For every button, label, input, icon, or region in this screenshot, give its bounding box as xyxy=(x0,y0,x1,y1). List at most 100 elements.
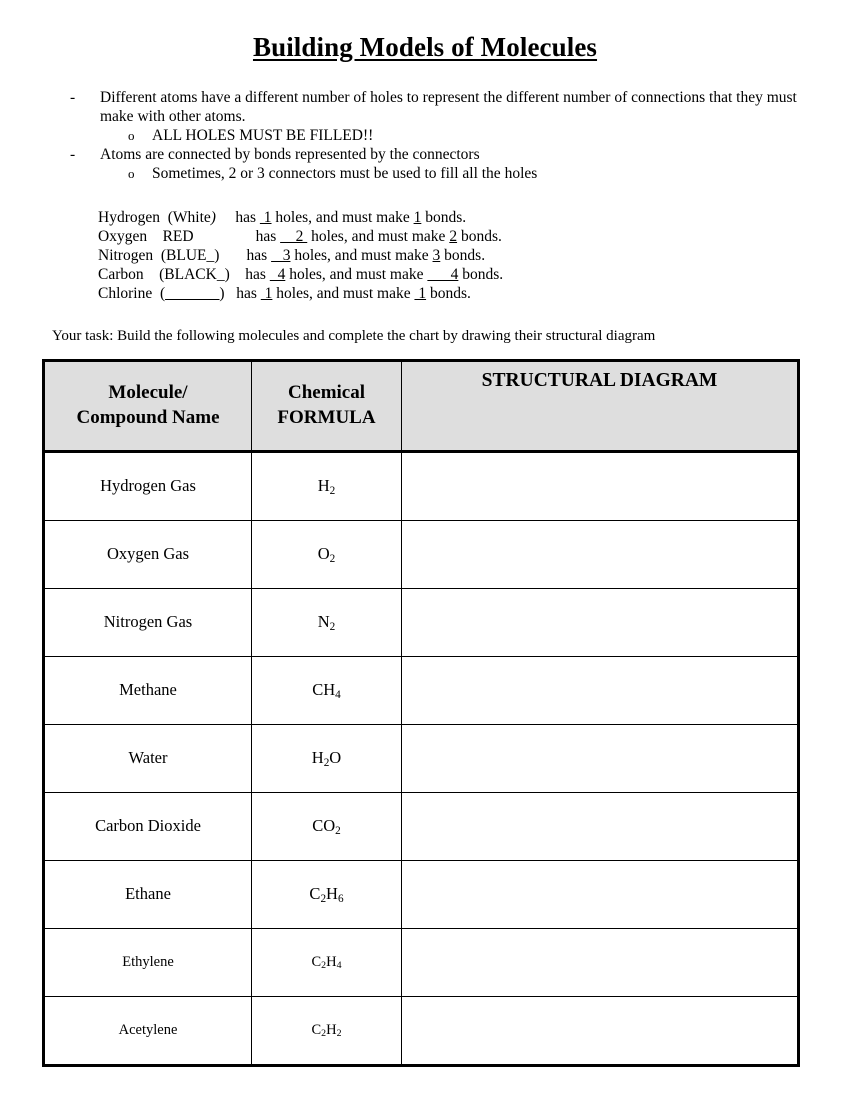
table-row: Carbon Dioxide CO2 xyxy=(43,792,799,861)
cell-chemical-formula: O2 xyxy=(251,520,402,589)
has-label: has xyxy=(245,266,266,284)
formula-subscript-2: 6 xyxy=(337,893,344,906)
cell-molecule-name: Acetylene xyxy=(43,996,252,1066)
has-label: has xyxy=(246,246,268,264)
cell-molecule-name: Ethane xyxy=(43,860,252,929)
bullet-text: Different atoms have a different number … xyxy=(100,89,797,125)
color-open-text: (BLUE_ xyxy=(160,246,215,264)
formula-text: H2 xyxy=(317,476,336,498)
holes-blank-field[interactable]: 2 xyxy=(280,228,307,245)
formula-text: N2 xyxy=(318,612,336,633)
element-name: Carbon xyxy=(98,266,160,284)
holes-static-text: holes, and must make xyxy=(271,208,414,226)
element-name: Chlorine xyxy=(98,285,160,303)
cell-structural-diagram[interactable] xyxy=(401,520,799,589)
formula-base: C xyxy=(309,884,321,904)
formula-text: C2H4 xyxy=(312,953,342,972)
bonds-blank-field[interactable]: 2 xyxy=(449,228,457,245)
color-open-text: (White xyxy=(167,208,211,226)
color-open-text: (BLACK_ xyxy=(159,266,225,284)
cell-structural-diagram[interactable] xyxy=(401,860,799,929)
header-name-line1: Molecule/ xyxy=(108,382,188,404)
bonds-blank-field[interactable]: 4 xyxy=(427,266,459,283)
bullet-marker-icon: - xyxy=(70,89,76,106)
holes-blank-field[interactable]: 3 xyxy=(271,247,291,264)
column-header-structural-diagram: STRUCTURAL DIAGRAM xyxy=(401,360,799,453)
element-hole-list: Hydrogen (White) has 1 holes, and must m… xyxy=(98,208,850,304)
formula-subscript: 4 xyxy=(335,689,341,702)
header-formula-line1: Chemical xyxy=(287,382,366,404)
table-header-row: Molecule/ Compound Name Chemical FORMULA… xyxy=(43,360,799,453)
cell-structural-diagram[interactable] xyxy=(401,451,799,521)
column-header-chemical-formula: Chemical FORMULA xyxy=(251,360,402,453)
cell-chemical-formula: CO2 xyxy=(251,792,402,861)
element-name: Oxygen xyxy=(98,227,163,245)
table-row: Nitrogen Gas N2 xyxy=(43,588,799,657)
cell-chemical-formula: C2H6 xyxy=(251,860,402,929)
element-hole-line: Carbon (BLACK_) has 4 holes, and must ma… xyxy=(98,265,850,284)
holes-blank-field[interactable]: 1 xyxy=(260,209,272,226)
formula-tail: O xyxy=(329,748,342,768)
bonds-static-text: bonds. xyxy=(421,208,467,226)
cell-molecule-name: Ethylene xyxy=(43,928,252,997)
element-color-label: (BLACK_) xyxy=(159,266,230,283)
has-label: has xyxy=(236,285,257,303)
bonds-static-text: bonds. xyxy=(457,227,502,245)
formula-base: C xyxy=(311,1021,322,1038)
table-row: Methane CH4 xyxy=(43,656,799,725)
cell-chemical-formula: C2H4 xyxy=(251,928,402,997)
has-label: has xyxy=(235,208,257,226)
holes-blank-field[interactable]: 4 xyxy=(270,266,286,283)
formula-base: O xyxy=(317,544,330,564)
cell-chemical-formula: C2H2 xyxy=(251,996,402,1066)
bullet-text: Sometimes, 2 or 3 connectors must be use… xyxy=(152,164,538,182)
molecule-chart-wrapper: Molecule/ Compound Name Chemical FORMULA… xyxy=(42,358,800,1067)
bullet-item: - Atoms are connected by bonds represente… xyxy=(0,146,850,165)
cell-molecule-name: Nitrogen Gas xyxy=(43,588,252,657)
cell-structural-diagram[interactable] xyxy=(401,724,799,793)
formula-subscript-2: 4 xyxy=(336,960,342,972)
formula-text: C2H2 xyxy=(311,1021,342,1040)
bonds-blank-field[interactable]: 1 xyxy=(414,285,426,302)
page-title: Building Models of Molecules xyxy=(252,32,598,62)
cell-structural-diagram[interactable] xyxy=(401,792,799,861)
formula-subscript: 2 xyxy=(321,960,327,972)
cell-structural-diagram[interactable] xyxy=(401,588,799,657)
element-color-label: (BLUE_) xyxy=(161,247,220,264)
formula-base: H xyxy=(311,748,324,768)
table-row: Hydrogen Gas H2 xyxy=(43,451,799,521)
cell-molecule-name: Carbon Dioxide xyxy=(43,792,252,861)
header-formula-line2: FORMULA xyxy=(277,406,376,428)
cell-molecule-name: Oxygen Gas xyxy=(43,520,252,589)
element-name: Hydrogen xyxy=(98,208,168,226)
cell-structural-diagram[interactable] xyxy=(401,656,799,725)
molecule-chart-table: Molecule/ Compound Name Chemical FORMULA… xyxy=(42,358,800,1067)
column-header-molecule-name: Molecule/ Compound Name xyxy=(43,360,252,453)
formula-tail: H xyxy=(326,953,337,970)
formula-subscript: 2 xyxy=(320,893,327,906)
color-blank-field[interactable]: _______ xyxy=(165,285,219,302)
holes-blank-field[interactable]: 1 xyxy=(261,285,273,302)
bonds-static-text: bonds. xyxy=(440,246,486,264)
formula-subscript: 2 xyxy=(335,825,341,838)
cell-chemical-formula: CH4 xyxy=(251,656,402,725)
cell-structural-diagram[interactable] xyxy=(401,928,799,997)
formula-subscript: 2 xyxy=(321,1028,327,1040)
bullet-text: ALL HOLES MUST BE FILLED!! xyxy=(152,126,374,144)
formula-subscript: 2 xyxy=(329,485,336,498)
formula-base: CH xyxy=(312,680,336,700)
element-color-label: (White) xyxy=(168,209,216,226)
cell-chemical-formula: H2 xyxy=(251,451,402,521)
cell-structural-diagram[interactable] xyxy=(402,996,799,1065)
element-hole-line: Hydrogen (White) has 1 holes, and must m… xyxy=(98,208,850,227)
bonds-static-text: bonds. xyxy=(426,285,471,303)
sub-bullet-item: o ALL HOLES MUST BE FILLED!! xyxy=(0,127,850,146)
element-color-label: RED xyxy=(163,228,194,245)
bullet-marker-icon: - xyxy=(70,145,76,163)
formula-base: H xyxy=(317,476,330,496)
element-hole-line: Oxygen RED has 2 holes, and must make 2 … xyxy=(98,227,850,246)
formula-tail: H xyxy=(326,1021,337,1038)
cell-chemical-formula: N2 xyxy=(251,588,402,657)
